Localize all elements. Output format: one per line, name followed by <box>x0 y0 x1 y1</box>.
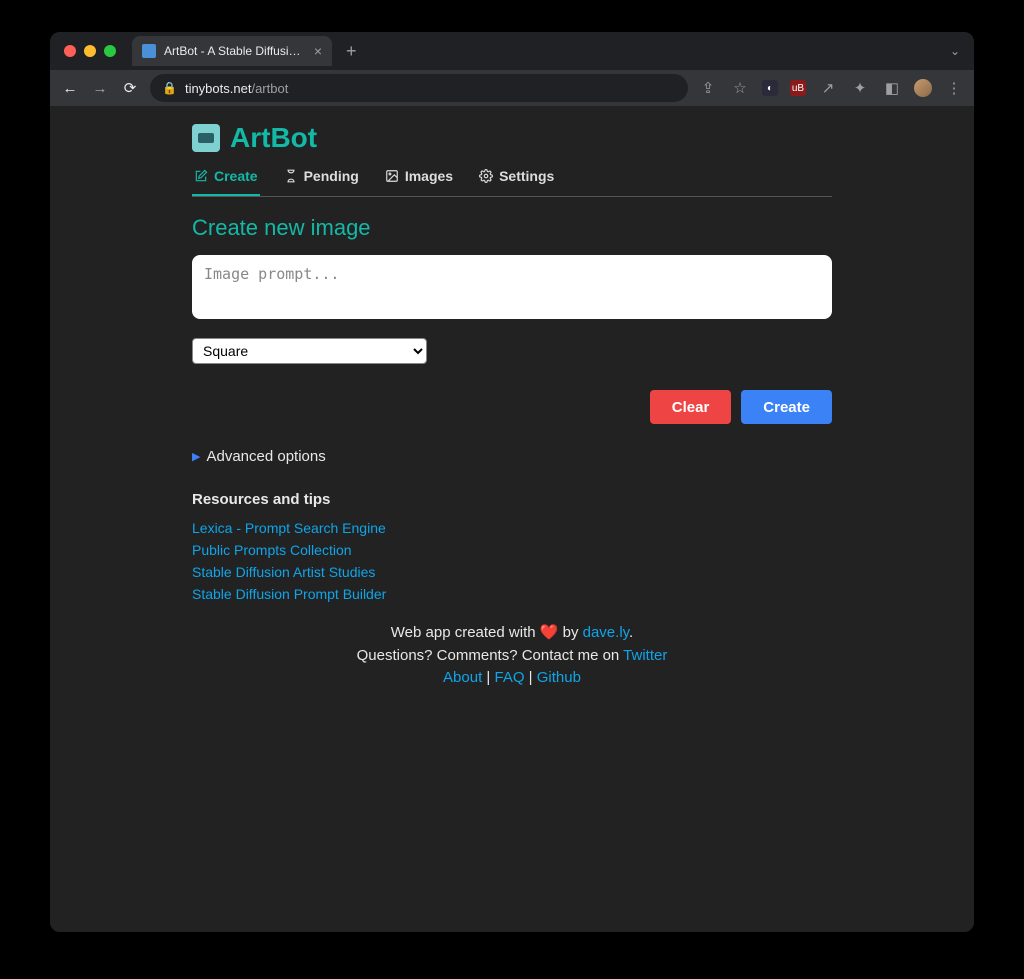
extension-icon[interactable]: ◐ <box>762 80 778 96</box>
share-icon[interactable]: ⇪ <box>698 79 718 97</box>
github-link[interactable]: Github <box>537 669 581 686</box>
faq-link[interactable]: FAQ <box>494 669 524 686</box>
browser-tab[interactable]: ArtBot - A Stable Diffusion dem × <box>132 36 332 66</box>
nav-settings-label: Settings <box>499 168 554 184</box>
favicon-icon <box>142 44 156 58</box>
tab-title: ArtBot - A Stable Diffusion dem <box>164 44 306 58</box>
footer-line-1: Web app created with ❤️ by dave.ly. <box>192 622 832 645</box>
resources-heading: Resources and tips <box>192 491 832 508</box>
twitter-link[interactable]: Twitter <box>623 647 667 664</box>
hourglass-icon <box>284 169 298 183</box>
triangle-right-icon: ▶ <box>192 450 200 463</box>
close-tab-icon[interactable]: × <box>314 43 322 59</box>
browser-toolbar: ← → ⟳ 🔒 tinybots.net/artbot ⇪ ☆ ◐ uB ↗ ✦… <box>50 70 974 106</box>
nav-pending-label: Pending <box>304 168 359 184</box>
kebab-menu-icon[interactable]: ⋮ <box>944 79 964 97</box>
edit-icon <box>194 169 208 183</box>
image-icon <box>385 169 399 183</box>
browser-window: ArtBot - A Stable Diffusion dem × + ⌄ ← … <box>50 32 974 932</box>
reload-button[interactable]: ⟳ <box>120 79 140 97</box>
main-container: ArtBot Create Pending <box>192 106 832 714</box>
advanced-options-label: Advanced options <box>206 448 325 465</box>
address-bar[interactable]: 🔒 tinybots.net/artbot <box>150 74 688 102</box>
url-host: tinybots.net <box>185 81 252 96</box>
page-heading: Create new image <box>192 215 832 241</box>
extension-icon-2[interactable]: ↗ <box>818 79 838 97</box>
nav-settings[interactable]: Settings <box>477 160 556 196</box>
nav-images-label: Images <box>405 168 453 184</box>
brand-header: ArtBot <box>192 122 832 154</box>
extensions-puzzle-icon[interactable]: ✦ <box>850 79 870 97</box>
forward-button[interactable]: → <box>90 80 110 97</box>
gear-icon <box>479 169 493 183</box>
page-content: ArtBot Create Pending <box>50 106 974 932</box>
lock-icon: 🔒 <box>162 81 177 95</box>
prompt-input[interactable] <box>192 255 832 319</box>
about-link[interactable]: About <box>443 669 482 686</box>
url-text: tinybots.net/artbot <box>185 81 288 96</box>
footer-line-3: About | FAQ | Github <box>192 667 832 690</box>
window-controls <box>60 45 124 57</box>
main-nav: Create Pending Images <box>192 160 832 197</box>
advanced-options-toggle[interactable]: ▶ Advanced options <box>192 448 832 465</box>
tabs-dropdown-icon[interactable]: ⌄ <box>950 44 964 58</box>
minimize-window-button[interactable] <box>84 45 96 57</box>
resource-link-artist-studies[interactable]: Stable Diffusion Artist Studies <box>192 564 832 580</box>
heart-icon: ❤️ <box>540 624 559 641</box>
resource-link-prompt-builder[interactable]: Stable Diffusion Prompt Builder <box>192 586 832 602</box>
side-panel-icon[interactable]: ◧ <box>882 79 902 97</box>
new-tab-button[interactable]: + <box>340 41 363 62</box>
button-row: Clear Create <box>192 390 832 424</box>
toolbar-right: ⇪ ☆ ◐ uB ↗ ✦ ◧ ⋮ <box>698 79 964 97</box>
resources-list: Lexica - Prompt Search Engine Public Pro… <box>192 520 832 602</box>
nav-images[interactable]: Images <box>383 160 455 196</box>
clear-button[interactable]: Clear <box>650 390 732 424</box>
bookmark-icon[interactable]: ☆ <box>730 79 750 97</box>
brand-title: ArtBot <box>230 122 317 154</box>
url-path: /artbot <box>251 81 288 96</box>
resource-link-lexica[interactable]: Lexica - Prompt Search Engine <box>192 520 832 536</box>
extension-ublock-icon[interactable]: uB <box>790 80 806 96</box>
nav-pending[interactable]: Pending <box>282 160 361 196</box>
footer-line-2: Questions? Comments? Contact me on Twitt… <box>192 645 832 668</box>
profile-avatar[interactable] <box>914 79 932 97</box>
back-button[interactable]: ← <box>60 80 80 97</box>
nav-create[interactable]: Create <box>192 160 260 196</box>
author-link[interactable]: dave.ly <box>583 624 629 641</box>
close-window-button[interactable] <box>64 45 76 57</box>
nav-create-label: Create <box>214 168 258 184</box>
create-button[interactable]: Create <box>741 390 832 424</box>
resource-link-public-prompts[interactable]: Public Prompts Collection <box>192 542 832 558</box>
artbot-logo-icon <box>192 124 220 152</box>
maximize-window-button[interactable] <box>104 45 116 57</box>
tab-strip: ArtBot - A Stable Diffusion dem × + ⌄ <box>50 32 974 70</box>
size-select[interactable]: Square <box>192 338 427 364</box>
footer: Web app created with ❤️ by dave.ly. Ques… <box>192 622 832 690</box>
